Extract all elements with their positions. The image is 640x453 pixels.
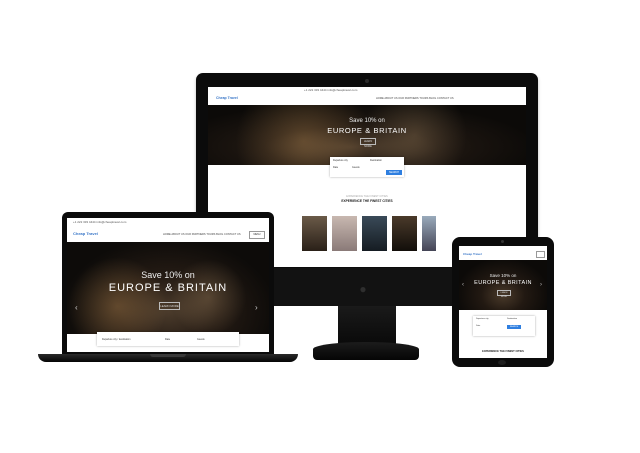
apple-logo-icon: ● — [359, 282, 367, 296]
tablet-learn-more-button[interactable]: LEARN MORE — [497, 290, 511, 298]
tablet-logo[interactable]: Cheap Travel — [463, 252, 482, 256]
tablet-departure-field[interactable]: Departure city — [476, 318, 488, 320]
chevron-left-icon[interactable]: ‹ — [462, 282, 464, 288]
tablet-home-button — [498, 360, 506, 365]
laptop-search-widget: Departure city / destination Date Guests — [97, 332, 239, 346]
imac-departure-field[interactable]: Departure city — [333, 159, 348, 162]
tablet-destination-field[interactable]: Destination — [507, 318, 517, 320]
imac-section-title: EXPERIENCE THE FINEST CITIES — [341, 199, 393, 203]
tablet-section-title: EXPERIENCE THE FINEST CITIES — [482, 350, 524, 353]
tablet-camera — [501, 240, 504, 243]
imac-section-kicker: EXPERIENCE THE FINEST CITIES — [346, 195, 388, 198]
tablet-search-button[interactable]: SEARCH — [507, 325, 521, 329]
laptop-departure-field[interactable]: Departure city / destination — [102, 338, 130, 341]
laptop-main-menu[interactable]: HOME ABOUT US OUR PARTNERS TOURS BLOG CO… — [163, 233, 241, 236]
city-photo-3[interactable] — [362, 216, 387, 251]
laptop-learn-more-button[interactable]: LEARN MORE — [159, 302, 180, 310]
laptop-menu-button[interactable]: MENU — [249, 231, 265, 239]
imac-camera — [365, 79, 369, 83]
imac-hero-title: EUROPE & BRITAIN — [327, 126, 407, 135]
imac-destination-field[interactable]: Destination — [370, 159, 382, 162]
city-photo-5[interactable] — [422, 216, 436, 251]
imac-search-button[interactable]: SEARCH — [386, 170, 402, 175]
tablet-search-widget: Departure city Destination Date — [473, 316, 535, 336]
tablet-screen: Cheap Travel Save 10% on EUROPE & BRITAI… — [459, 246, 547, 358]
hamburger-menu-icon[interactable] — [536, 251, 545, 258]
laptop-logo[interactable]: Cheap Travel — [73, 231, 98, 236]
laptop-hero-subtitle: Save 10% on — [141, 270, 195, 280]
imac-stand — [338, 306, 396, 344]
laptop-date-field[interactable]: Date — [165, 338, 170, 341]
imac-hero-lights — [208, 105, 526, 165]
imac-guests-field[interactable]: Guests — [352, 166, 360, 169]
imac-hero-subtitle: Save 10% on — [349, 118, 385, 124]
laptop-hinge-notch — [150, 354, 186, 357]
laptop-guests-field[interactable]: Guests — [197, 338, 205, 341]
imac-stand-base — [313, 342, 419, 360]
laptop-hero-title: EUROPE & BRITAIN — [108, 282, 228, 294]
laptop-contact-info[interactable]: +1 222 333 4444 info@cheaptravel.com — [73, 220, 126, 224]
city-photo-2[interactable] — [332, 216, 357, 251]
chevron-right-icon[interactable]: › — [255, 304, 258, 312]
tablet-date-field[interactable]: Date — [476, 325, 480, 327]
tablet-hero-title: EUROPE & BRITAIN — [474, 280, 532, 286]
imac-learn-more-button[interactable]: LEARN MORE — [360, 138, 376, 148]
tablet-hero-subtitle: Save 10% on — [489, 273, 517, 278]
city-photo-4[interactable] — [392, 216, 417, 251]
imac-main-menu[interactable]: HOME ABOUT US OUR PARTNERS TOURS BLOG CO… — [376, 97, 454, 100]
imac-contact-info[interactable]: +1 222 333 4444 info@cheaptravel.com — [304, 88, 357, 92]
chevron-right-icon[interactable]: › — [540, 282, 542, 288]
chevron-left-icon[interactable]: ‹ — [75, 304, 78, 312]
city-photo-1[interactable] — [302, 216, 327, 251]
imac-date-field[interactable]: Date — [333, 166, 338, 169]
laptop-topbar: +1 222 333 4444 info@cheaptravel.com — [67, 218, 269, 226]
laptop-screen: +1 222 333 4444 info@cheaptravel.com Che… — [67, 218, 269, 352]
imac-logo[interactable]: Cheap Travel — [216, 96, 238, 100]
